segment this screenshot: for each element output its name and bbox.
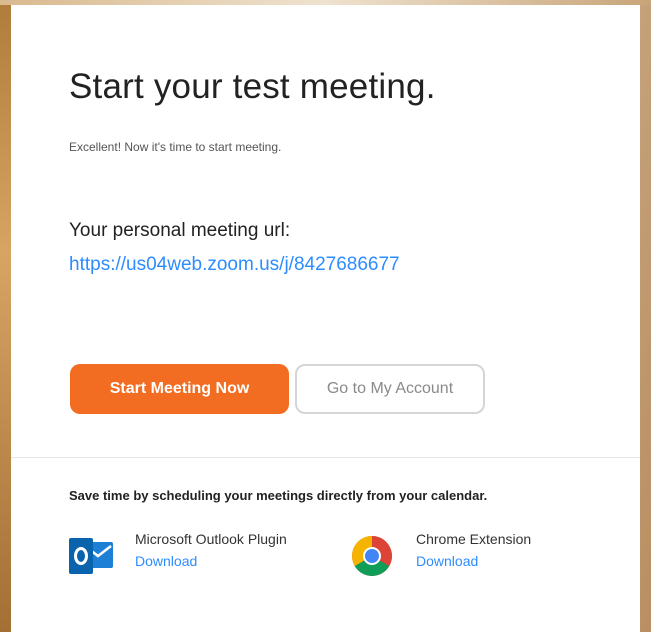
chrome-icon xyxy=(350,536,396,576)
outlook-icon xyxy=(69,536,115,576)
outlook-download-link[interactable]: Download xyxy=(135,553,197,569)
meeting-url-link[interactable]: https://us04web.zoom.us/j/8427686677 xyxy=(69,254,400,276)
calendar-promo-text: Save time by scheduling your meetings di… xyxy=(69,488,488,503)
page-title: Start your test meeting. xyxy=(69,67,436,106)
outlook-plugin-name: Microsoft Outlook Plugin xyxy=(135,531,287,547)
test-meeting-panel: Start your test meeting. Excellent! Now … xyxy=(11,5,640,632)
background-edge xyxy=(0,0,11,632)
page-subtitle: Excellent! Now it's time to start meetin… xyxy=(69,140,282,154)
section-divider xyxy=(11,457,640,458)
meeting-url-label: Your personal meeting url: xyxy=(69,220,291,241)
chrome-extension-name: Chrome Extension xyxy=(416,531,532,547)
start-meeting-button[interactable]: Start Meeting Now xyxy=(70,364,289,414)
go-to-account-button[interactable]: Go to My Account xyxy=(295,364,485,414)
chrome-download-link[interactable]: Download xyxy=(416,553,478,569)
